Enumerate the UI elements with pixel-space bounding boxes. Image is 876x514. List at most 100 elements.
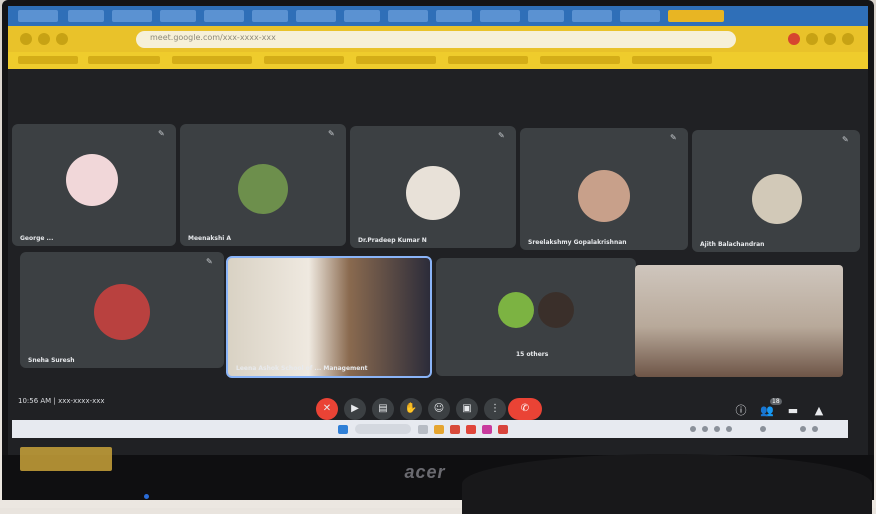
participant-tile[interactable]: 15 others (436, 258, 636, 376)
browser-tab[interactable] (344, 10, 380, 22)
taskbar-app-icon[interactable] (482, 425, 492, 434)
photo-scene: meet.google.com/xxx-xxxx-xxx ✎ George ..… (0, 0, 876, 514)
browser-tab[interactable] (18, 10, 58, 22)
tray-icon[interactable] (702, 426, 708, 432)
browser-tab[interactable] (68, 10, 104, 22)
participant-name: Sreelakshmy Gopalakrishnan (528, 239, 627, 246)
avatar (94, 284, 150, 340)
mic-off-icon: ✎ (158, 129, 165, 138)
camera-button[interactable]: ▶ (344, 398, 366, 420)
bookmark-item[interactable] (356, 56, 436, 64)
info-icon: ⓘ (735, 404, 747, 417)
headset-foreground (462, 454, 872, 514)
laptop-screen: meet.google.com/xxx-xxxx-xxx ✎ George ..… (8, 6, 868, 458)
meeting-time: 10:56 AM (18, 397, 52, 405)
laptop-sticker (20, 447, 112, 471)
leave-call-button[interactable]: ✆ (508, 398, 542, 420)
participant-name: George ... (20, 235, 54, 242)
power-led (144, 494, 149, 499)
participant-tile[interactable]: ✎ Ajith Balachandran (692, 130, 860, 252)
info-button[interactable]: ⓘ (734, 404, 748, 418)
captions-icon: ▤ (378, 403, 388, 414)
participant-tile[interactable]: ✎ Sreelakshmy Gopalakrishnan (520, 128, 688, 250)
present-button[interactable]: ▣ (456, 398, 478, 420)
start-icon[interactable] (338, 425, 348, 434)
back-icon[interactable] (20, 33, 32, 45)
tray-icon[interactable] (800, 426, 806, 432)
activities-icon: ▲ (814, 404, 824, 417)
browser-tab-active[interactable] (668, 10, 724, 22)
tray-icon[interactable] (690, 426, 696, 432)
bookmark-item[interactable] (264, 56, 344, 64)
others-count: 15 others (516, 351, 549, 358)
browser-tab[interactable] (572, 10, 612, 22)
bookmark-item[interactable] (448, 56, 528, 64)
activities-button[interactable]: ▲ (812, 404, 826, 418)
participant-tile[interactable]: ✎ George ... (12, 124, 176, 246)
bookmark-item[interactable] (88, 56, 160, 64)
browser-tab[interactable] (252, 10, 288, 22)
captions-button[interactable]: ▤ (372, 398, 394, 420)
menu-icon[interactable] (842, 33, 854, 45)
bookmark-item[interactable] (632, 56, 712, 64)
mic-off-icon: ✕ (322, 403, 332, 414)
people-icon: 👥 (760, 404, 774, 417)
more-icon: ⋮ (490, 403, 500, 414)
tray-icon[interactable] (760, 426, 766, 432)
browser-tab[interactable] (204, 10, 244, 22)
participant-tile[interactable]: ✎ Dr.Pradeep Kumar N (350, 126, 516, 248)
tray-icon[interactable] (726, 426, 732, 432)
taskbar-app-icon[interactable] (450, 425, 460, 434)
participant-name: Leena Ashok School of ... Management (236, 365, 368, 372)
mic-off-icon: ✎ (206, 257, 213, 266)
bookmark-item[interactable] (540, 56, 620, 64)
tray-icon[interactable] (812, 426, 818, 432)
participant-video-tile[interactable] (635, 265, 843, 377)
present-icon: ▣ (462, 403, 472, 414)
browser-tab[interactable] (528, 10, 564, 22)
participant-tile[interactable]: ✎ Meenakshi A (180, 124, 346, 246)
active-speaker-tile[interactable]: Leena Ashok School of ... Management (226, 256, 432, 378)
taskbar-app-icon[interactable] (498, 425, 508, 434)
extension-icon[interactable] (788, 33, 800, 45)
avatar (498, 292, 534, 328)
chat-icon: ▬ (787, 404, 799, 417)
address-bar-url: meet.google.com/xxx-xxxx-xxx (150, 33, 276, 42)
emoji-icon: ☺ (433, 403, 445, 414)
mic-off-button[interactable]: ✕ (316, 398, 338, 420)
browser-tab-strip (8, 6, 868, 26)
browser-tab[interactable] (480, 10, 520, 22)
avatar (406, 166, 460, 220)
profile-icon[interactable] (824, 33, 836, 45)
people-button[interactable]: 👥 (760, 404, 774, 418)
avatar (238, 164, 288, 214)
forward-icon[interactable] (38, 33, 50, 45)
tray-icon[interactable] (714, 426, 720, 432)
browser-tab[interactable] (160, 10, 196, 22)
emoji-button[interactable]: ☺ (428, 398, 450, 420)
os-taskbar (12, 420, 848, 438)
reload-icon[interactable] (56, 33, 68, 45)
browser-tab[interactable] (620, 10, 660, 22)
more-options-button[interactable]: ⋮ (484, 398, 506, 420)
participant-name: Meenakshi A (188, 235, 232, 242)
chrome-icon[interactable] (466, 425, 476, 434)
folder-icon[interactable] (434, 425, 444, 434)
avatar (538, 292, 574, 328)
avatar (578, 170, 630, 222)
browser-tab[interactable] (388, 10, 428, 22)
bookmark-item[interactable] (172, 56, 252, 64)
chat-button[interactable]: ▬ (786, 404, 800, 418)
taskbar-app-icon[interactable] (418, 425, 428, 434)
avatar (752, 174, 802, 224)
bookmark-item[interactable] (18, 56, 78, 64)
meeting-code: xxx-xxxx-xxx (58, 397, 105, 405)
taskbar-search[interactable] (355, 424, 411, 434)
browser-tab[interactable] (436, 10, 472, 22)
browser-tab[interactable] (296, 10, 336, 22)
participant-tile[interactable]: ✎ Sneha Suresh (20, 252, 224, 368)
raise-hand-button[interactable]: ✋ (400, 398, 422, 420)
browser-tab[interactable] (112, 10, 152, 22)
meeting-info: 10:56 AM | xxx-xxxx-xxx (18, 397, 105, 405)
extension-icon[interactable] (806, 33, 818, 45)
